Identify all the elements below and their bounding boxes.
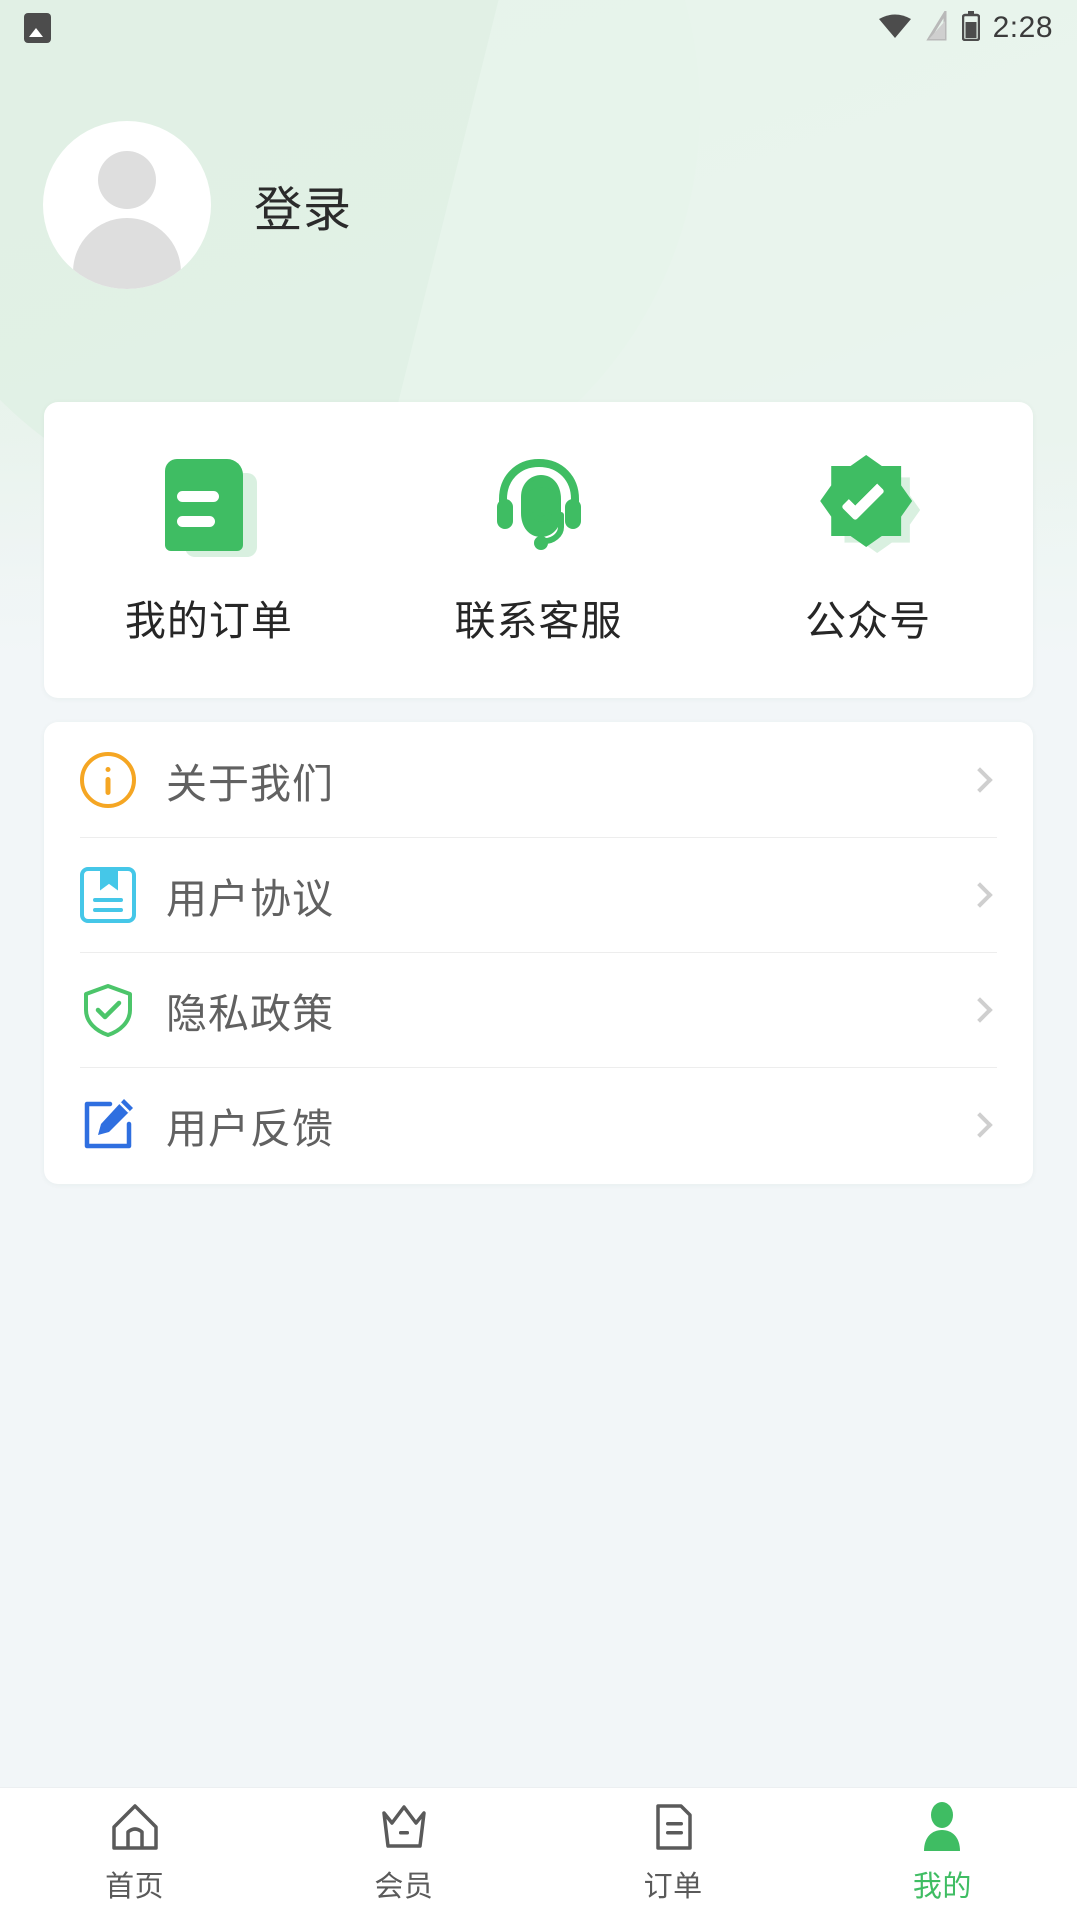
quick-actions-card: 我的订单 联系客服 公众号: [44, 402, 1033, 698]
menu-item-user-agreement[interactable]: 用户协议: [80, 837, 997, 952]
order-list-icon: [647, 1801, 699, 1853]
avatar-head: [98, 151, 156, 209]
signal-off-icon: [925, 7, 949, 46]
tab-orders[interactable]: 订单: [539, 1801, 808, 1905]
login-button[interactable]: 登录: [254, 170, 352, 240]
customer-service-headset-icon: [487, 453, 591, 557]
quick-action-contact-service[interactable]: 联系客服: [374, 453, 704, 647]
battery-icon: [961, 10, 980, 46]
chevron-right-icon: [967, 766, 993, 793]
bottom-tab-bar: 首页 会员 订单 我的: [0, 1787, 1077, 1917]
photo-icon: [24, 13, 51, 43]
settings-menu-card: 关于我们 用户协议 隐私政策 用户反馈: [44, 722, 1033, 1184]
menu-item-label: 用户反馈: [166, 1105, 334, 1152]
home-icon: [109, 1801, 161, 1853]
quick-action-label: 我的订单: [124, 598, 293, 644]
tab-label: 首页: [105, 1870, 165, 1903]
status-bar-right: 2:28: [878, 7, 1053, 46]
status-bar-clock: 2:28: [992, 11, 1053, 44]
menu-item-label: 隐私政策: [166, 990, 334, 1037]
tab-member[interactable]: 会员: [269, 1801, 538, 1905]
quick-action-official-account[interactable]: 公众号: [703, 453, 1033, 647]
menu-item-label: 关于我们: [166, 760, 334, 807]
tab-label: 订单: [643, 1870, 703, 1903]
tab-mine[interactable]: 我的: [808, 1801, 1077, 1905]
avatar-body: [73, 218, 181, 289]
info-circle-icon: [80, 751, 136, 808]
tab-home[interactable]: 首页: [0, 1801, 269, 1905]
chevron-right-icon: [967, 1111, 993, 1138]
menu-item-user-feedback[interactable]: 用户反馈: [80, 1067, 997, 1182]
quick-action-label: 公众号: [805, 598, 932, 644]
agreement-book-icon: [80, 866, 136, 923]
person-icon: [916, 1801, 968, 1853]
avatar[interactable]: [43, 121, 211, 289]
quick-action-my-orders[interactable]: 我的订单: [44, 453, 374, 647]
chevron-right-icon: [967, 881, 993, 908]
status-bar-left: [24, 13, 51, 43]
edit-pencil-icon: [80, 1097, 136, 1153]
shield-check-icon: [80, 982, 136, 1038]
quick-action-label: 联系客服: [454, 598, 623, 644]
chevron-right-icon: [967, 996, 993, 1023]
status-bar: 2:28: [0, 0, 1077, 56]
order-document-icon: [157, 453, 261, 557]
verified-badge-icon: [816, 453, 921, 557]
crown-icon: [378, 1801, 430, 1853]
tab-label: 我的: [912, 1870, 972, 1903]
menu-item-privacy-policy[interactable]: 隐私政策: [80, 952, 997, 1067]
profile-header[interactable]: 登录: [0, 100, 1077, 310]
menu-item-about-us[interactable]: 关于我们: [80, 722, 997, 837]
menu-item-label: 用户协议: [166, 875, 334, 922]
wifi-icon: [878, 12, 912, 45]
tab-label: 会员: [374, 1870, 434, 1903]
